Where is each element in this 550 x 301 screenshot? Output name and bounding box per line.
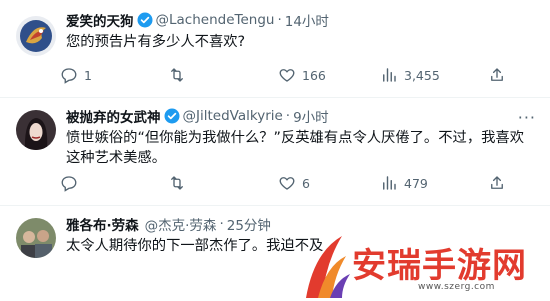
heart-icon [279, 177, 295, 190]
views-icon [383, 68, 396, 82]
separator-dot: · [277, 12, 282, 28]
like-button[interactable]: 6 [278, 174, 310, 192]
tweet-header: 被抛弃的女武神 @JiltedValkyrie · 9小时 [66, 106, 329, 126]
verified-badge-icon [137, 12, 153, 28]
tweet-header: 爱笑的天狗 @LachendeTengu · 14小时 [66, 10, 329, 30]
like-count: 166 [302, 67, 326, 83]
views-count: 479 [404, 175, 428, 191]
retweet-button[interactable] [168, 174, 192, 192]
separator-dot: · [285, 108, 291, 124]
share-icon [491, 176, 503, 189]
avatar[interactable] [16, 110, 56, 150]
retweet-button[interactable] [168, 66, 192, 84]
like-button[interactable]: 166 [278, 66, 326, 84]
reply-button[interactable]: 1 [60, 66, 92, 84]
watermark-url: www.szerg.com [418, 282, 495, 292]
timestamp[interactable]: 9小时 [293, 106, 329, 126]
share-button[interactable] [488, 66, 506, 84]
verified-badge-icon [164, 108, 180, 124]
action-bar: 1 166 3,455 [60, 66, 530, 86]
like-count: 6 [302, 175, 310, 191]
tweet-text: 您的预告片有多少人不喜欢? [66, 34, 246, 50]
author-name[interactable]: 雅各布·劳森 [66, 214, 139, 234]
watermark-title: 安瑞手游网 [352, 246, 527, 286]
avatar[interactable] [16, 16, 56, 56]
retweet-icon [171, 176, 183, 190]
views-button[interactable]: 3,455 [380, 66, 440, 84]
author-name[interactable]: 被抛弃的女武神 [66, 106, 161, 126]
watermark-logo-icon [306, 236, 350, 298]
author-handle[interactable]: @JiltedValkyrie [183, 108, 283, 124]
author-handle[interactable]: @LachendeTengu [156, 12, 275, 28]
author-name[interactable]: 爱笑的天狗 [66, 10, 134, 30]
views-count: 3,455 [404, 67, 440, 83]
tweet-text: 愤世嫉俗的“但你能为我做什么？”反英雄有点令人厌倦了。不过，我喜欢这种艺术美感。 [66, 130, 525, 166]
tweet-2[interactable]: 被抛弃的女武神 @JiltedValkyrie · 9小时 ··· 愤世嫉俗的“… [0, 98, 550, 206]
avatar[interactable] [16, 218, 56, 258]
author-handle[interactable]: @杰克·劳森 [145, 214, 217, 234]
reply-icon [61, 68, 77, 84]
share-icon [491, 68, 503, 81]
heart-icon [279, 69, 295, 82]
timestamp[interactable]: 25分钟 [227, 214, 271, 234]
reply-count: 1 [84, 67, 92, 83]
retweet-icon [171, 68, 183, 82]
reply-icon [61, 176, 77, 192]
site-watermark: 安瑞手游网 www.szerg.com [300, 232, 550, 301]
share-button[interactable] [488, 174, 506, 192]
reply-button[interactable] [60, 174, 84, 192]
more-icon[interactable]: ··· [518, 108, 536, 127]
action-bar: 6 479 [60, 174, 530, 194]
timestamp[interactable]: 14小时 [285, 10, 329, 30]
tweet-1[interactable]: 爱笑的天狗 @LachendeTengu · 14小时 您的预告片有多少人不喜欢… [0, 0, 550, 98]
views-icon [383, 176, 396, 190]
separator-dot: · [219, 216, 224, 232]
tweet-header: 雅各布·劳森 @杰克·劳森 · 25分钟 [66, 214, 271, 234]
views-button[interactable]: 479 [380, 174, 428, 192]
